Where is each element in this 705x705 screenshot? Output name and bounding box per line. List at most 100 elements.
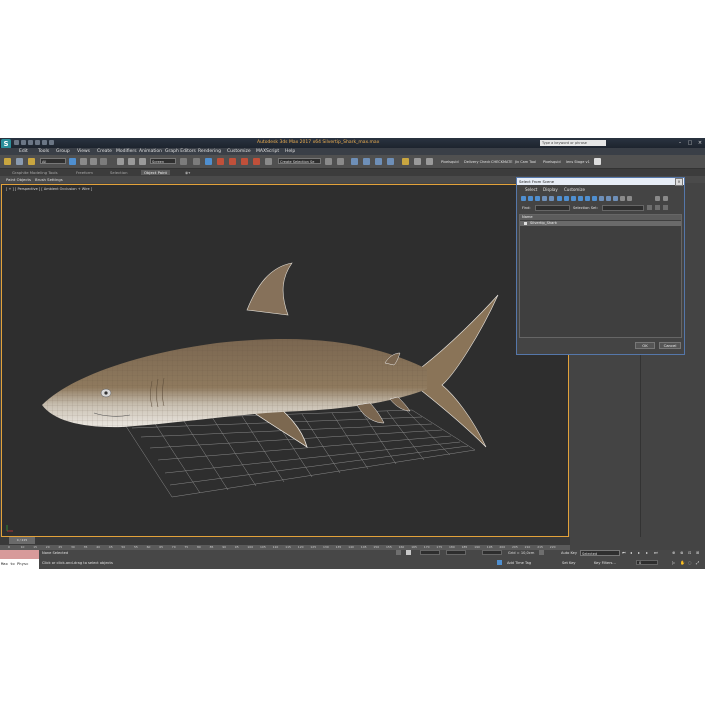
snap-toggle-icon[interactable] bbox=[217, 158, 224, 165]
select-children-icon[interactable] bbox=[549, 196, 554, 201]
zoom-icon[interactable]: ⊕ bbox=[672, 550, 675, 555]
filter-groups-icon[interactable] bbox=[599, 196, 604, 201]
filter-bones-icon[interactable] bbox=[613, 196, 618, 201]
rectangular-region-icon[interactable] bbox=[90, 158, 97, 165]
dialog-close-icon[interactable]: × bbox=[675, 178, 683, 186]
adaptive-degradation-icon[interactable] bbox=[539, 550, 544, 555]
menu-tools[interactable]: Tools bbox=[38, 149, 49, 154]
undo-icon[interactable] bbox=[35, 140, 40, 145]
zoom-extents-icon[interactable]: ⊡ bbox=[688, 550, 691, 555]
align-icon[interactable] bbox=[337, 158, 344, 165]
unlink-icon[interactable] bbox=[16, 158, 23, 165]
filter-frozen-icon[interactable] bbox=[627, 196, 632, 201]
save-file-icon[interactable] bbox=[28, 140, 33, 145]
select-hierarchy-icon[interactable] bbox=[647, 205, 652, 210]
checkmate-label[interactable]: CHECKMATE bbox=[491, 160, 513, 164]
prev-frame-icon[interactable]: ◂ bbox=[630, 550, 632, 555]
menu-animation[interactable]: Animation bbox=[139, 149, 162, 154]
tab-freeform[interactable]: Freeform bbox=[76, 170, 93, 175]
pixelsquid-2-label[interactable]: Pixelsquid bbox=[543, 160, 561, 164]
maxscript-output[interactable] bbox=[0, 550, 39, 559]
filter-shapes-icon[interactable] bbox=[564, 196, 569, 201]
menu-views[interactable]: Views bbox=[77, 149, 90, 154]
paint-objects-button[interactable]: Paint Objects bbox=[6, 177, 31, 182]
cancel-button[interactable]: Cancel bbox=[659, 342, 681, 349]
filter-lights-icon[interactable] bbox=[571, 196, 576, 201]
spinner-snap-icon[interactable] bbox=[253, 158, 260, 165]
filter-spacewarps-icon[interactable] bbox=[592, 196, 597, 201]
dialog-menu-display[interactable]: Display bbox=[543, 187, 558, 192]
play-icon[interactable]: ▸ bbox=[638, 550, 640, 555]
material-editor-icon[interactable] bbox=[402, 158, 409, 165]
rotate-icon[interactable] bbox=[128, 158, 135, 165]
selection-lock-icon[interactable] bbox=[406, 550, 411, 555]
jiv-cam-tool-label[interactable]: Jiv Cam Tool bbox=[515, 160, 536, 164]
goto-end-icon[interactable]: ⏭ bbox=[654, 550, 658, 555]
menu-maxscript[interactable]: MAXScript bbox=[256, 149, 279, 154]
tab-graphite-modeling[interactable]: Graphite Modeling Tools bbox=[12, 170, 58, 175]
menu-rendering[interactable]: Rendering bbox=[198, 149, 221, 154]
curve-editor-icon[interactable] bbox=[387, 158, 394, 165]
time-tag-icon[interactable] bbox=[497, 560, 502, 565]
lens-stage-label[interactable]: lens Stage v1 bbox=[566, 160, 590, 164]
percent-snap-icon[interactable] bbox=[241, 158, 248, 165]
pivot-center-icon[interactable] bbox=[180, 158, 187, 165]
list-item[interactable]: Silvertip_Shark bbox=[520, 221, 681, 226]
layer-manager-icon[interactable] bbox=[351, 158, 358, 165]
scene-explorer-icon[interactable] bbox=[363, 158, 370, 165]
select-dependents-icon[interactable] bbox=[542, 196, 547, 201]
menu-modifiers[interactable]: Modifiers bbox=[116, 149, 137, 154]
ribbon-options-icon[interactable]: ◉▾ bbox=[185, 170, 190, 175]
current-frame-field[interactable]: 0 bbox=[636, 560, 658, 565]
zoom-extents-all-icon[interactable]: ⊞ bbox=[696, 550, 699, 555]
key-mode-dropdown[interactable]: Selected bbox=[580, 550, 620, 556]
scale-icon[interactable] bbox=[139, 158, 146, 165]
render-frame-icon[interactable] bbox=[426, 158, 433, 165]
goto-start-icon[interactable]: ⏮ bbox=[622, 550, 626, 555]
link-icon[interactable] bbox=[4, 158, 11, 165]
redo-icon[interactable] bbox=[42, 140, 47, 145]
field-of-view-icon[interactable]: ▷ bbox=[672, 560, 675, 565]
window-crossing-icon[interactable] bbox=[100, 158, 107, 165]
teapot-icon[interactable] bbox=[594, 158, 601, 165]
reference-coordinate-dropdown[interactable]: Screen bbox=[150, 158, 176, 164]
filter-geometry-icon[interactable] bbox=[557, 196, 562, 201]
pixelsquid-label[interactable]: Pixelsquid bbox=[441, 160, 459, 164]
menu-create[interactable]: Create bbox=[97, 149, 112, 154]
edit-named-selection-icon[interactable] bbox=[265, 158, 272, 165]
menu-group[interactable]: Group bbox=[56, 149, 70, 154]
selection-filter-dropdown[interactable]: All bbox=[40, 158, 66, 164]
tab-object-paint[interactable]: Object Paint bbox=[141, 170, 170, 175]
viewport-label[interactable]: [ + ] [ Perspective ] [ Ambient Occlusio… bbox=[6, 187, 92, 191]
menu-graph-editors[interactable]: Graph Editors bbox=[165, 149, 196, 154]
mirror-icon[interactable] bbox=[325, 158, 332, 165]
filter-helpers-icon[interactable] bbox=[585, 196, 590, 201]
perspective-viewport[interactable]: [ + ] [ Perspective ] [ Ambient Occlusio… bbox=[1, 184, 569, 537]
orbit-icon[interactable]: ◌ bbox=[688, 560, 692, 565]
key-filters-button[interactable]: Key Filters... bbox=[594, 561, 616, 565]
column-header-name[interactable]: Name bbox=[520, 215, 681, 220]
brush-settings-button[interactable]: Brush Settings bbox=[35, 177, 63, 182]
maxscript-listener[interactable]: Max to Physc bbox=[0, 550, 39, 569]
select-by-name-icon[interactable] bbox=[80, 158, 87, 165]
angle-snap-icon[interactable] bbox=[229, 158, 236, 165]
auto-key-button[interactable]: Auto Key bbox=[561, 551, 577, 555]
select-manipulate-icon[interactable] bbox=[193, 158, 200, 165]
dialog-menu-customize[interactable]: Customize bbox=[564, 187, 585, 192]
new-file-icon[interactable] bbox=[14, 140, 19, 145]
maximize-viewport-icon[interactable]: ⤢ bbox=[696, 560, 699, 565]
named-selection-dropdown[interactable]: Create Selection Se bbox=[278, 158, 321, 164]
search-input[interactable]: Type a keyword or phrase bbox=[540, 140, 606, 146]
customize-toolbar-icon[interactable] bbox=[663, 196, 668, 201]
z-coordinate-field[interactable] bbox=[482, 550, 502, 555]
maxscript-input[interactable]: Max to Physc bbox=[0, 559, 39, 569]
time-slider[interactable]: 0 / 225 bbox=[9, 537, 35, 544]
delivery-check-label[interactable]: Delivery Check bbox=[464, 160, 490, 164]
tab-selection[interactable]: Selection bbox=[110, 170, 128, 175]
isolate-selection-icon[interactable] bbox=[396, 550, 401, 555]
ok-button[interactable]: OK bbox=[635, 342, 655, 349]
bind-spacewarp-icon[interactable] bbox=[28, 158, 35, 165]
close-icon[interactable]: × bbox=[697, 140, 703, 146]
pan-icon[interactable]: ✋ bbox=[680, 560, 685, 565]
zoom-all-icon[interactable]: ⊗ bbox=[680, 550, 683, 555]
